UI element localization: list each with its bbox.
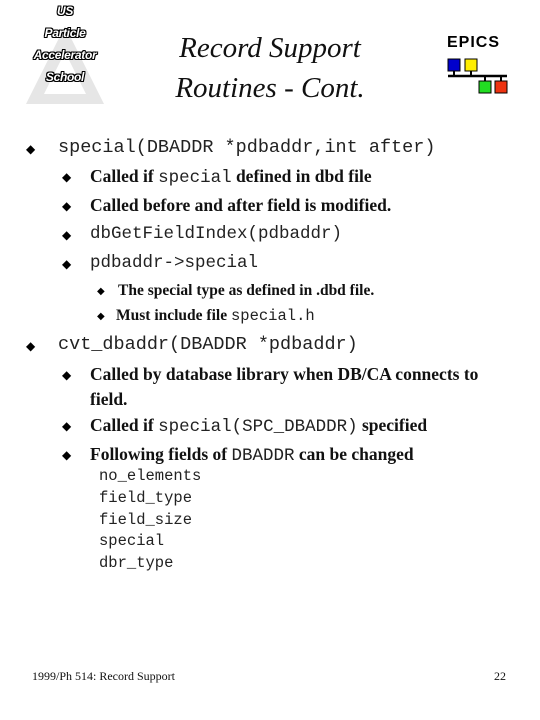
bullet-icon: ◆ [62,419,72,433]
logo-line-particle: Particle [44,26,86,40]
uspas-logo: US Particle Accelerator School [20,0,110,110]
cvt-item-1-line2: field. [90,389,128,409]
field-name: special [99,532,165,551]
bullet-icon: ◆ [26,339,36,353]
special-subitem-2: Must include file special.h [116,307,315,325]
logo-line-accelerator: Accelerator [33,48,97,62]
field-name: field_type [99,488,193,507]
cvt-item-2: Called if special(SPC_DBADDR) specified [90,415,428,437]
dbaddr-field-list: no_elements field_type field_size specia… [99,466,201,575]
special-item-4: pdbaddr->special [90,253,259,273]
cvt-signature: cvt_dbaddr(DBADDR *pdbaddr) [58,334,358,355]
bullet-icon: ◆ [62,448,72,462]
footer-course: 1999/Ph 514: Record Support [32,669,175,683]
cvt-item-1-line1: Called by database library when DB/CA co… [90,364,479,384]
bullet-icon: ◆ [97,311,105,322]
special-item-2: Called before and after field is modifie… [90,195,392,215]
title-line-1: Record Support [179,32,361,64]
epics-network-icon [447,58,508,94]
special-subitem-1: The special type as defined in .dbd file… [118,282,375,299]
title-line-2: Routines - Cont. [175,72,365,104]
special-signature: special(DBADDR *pdbaddr,int after) [58,137,436,158]
bullet-icon: ◆ [26,142,36,156]
logo-line-us: US [56,4,74,18]
special-item-1: Called if special defined in dbd file [90,166,372,188]
field-name: field_size [99,510,193,529]
page-number: 22 [494,669,506,683]
bullet-icon: ◆ [62,228,72,242]
bullet-icon: ◆ [62,257,72,271]
bullet-icon: ◆ [62,368,72,382]
bullet-icon: ◆ [62,199,72,213]
special-item-3: dbGetFieldIndex(pdbaddr) [90,224,343,244]
bullet-icon: ◆ [97,286,105,297]
cvt-item-3: Following fields of DBADDR can be change… [90,444,414,466]
logo-line-school: School [45,70,85,84]
epics-label: EPICS [447,34,501,51]
field-name: no_elements [99,467,202,485]
slide-title: Record Support Routines - Cont. [150,28,390,108]
bullet-icon: ◆ [62,170,72,184]
field-name: dbr_type [99,554,174,573]
